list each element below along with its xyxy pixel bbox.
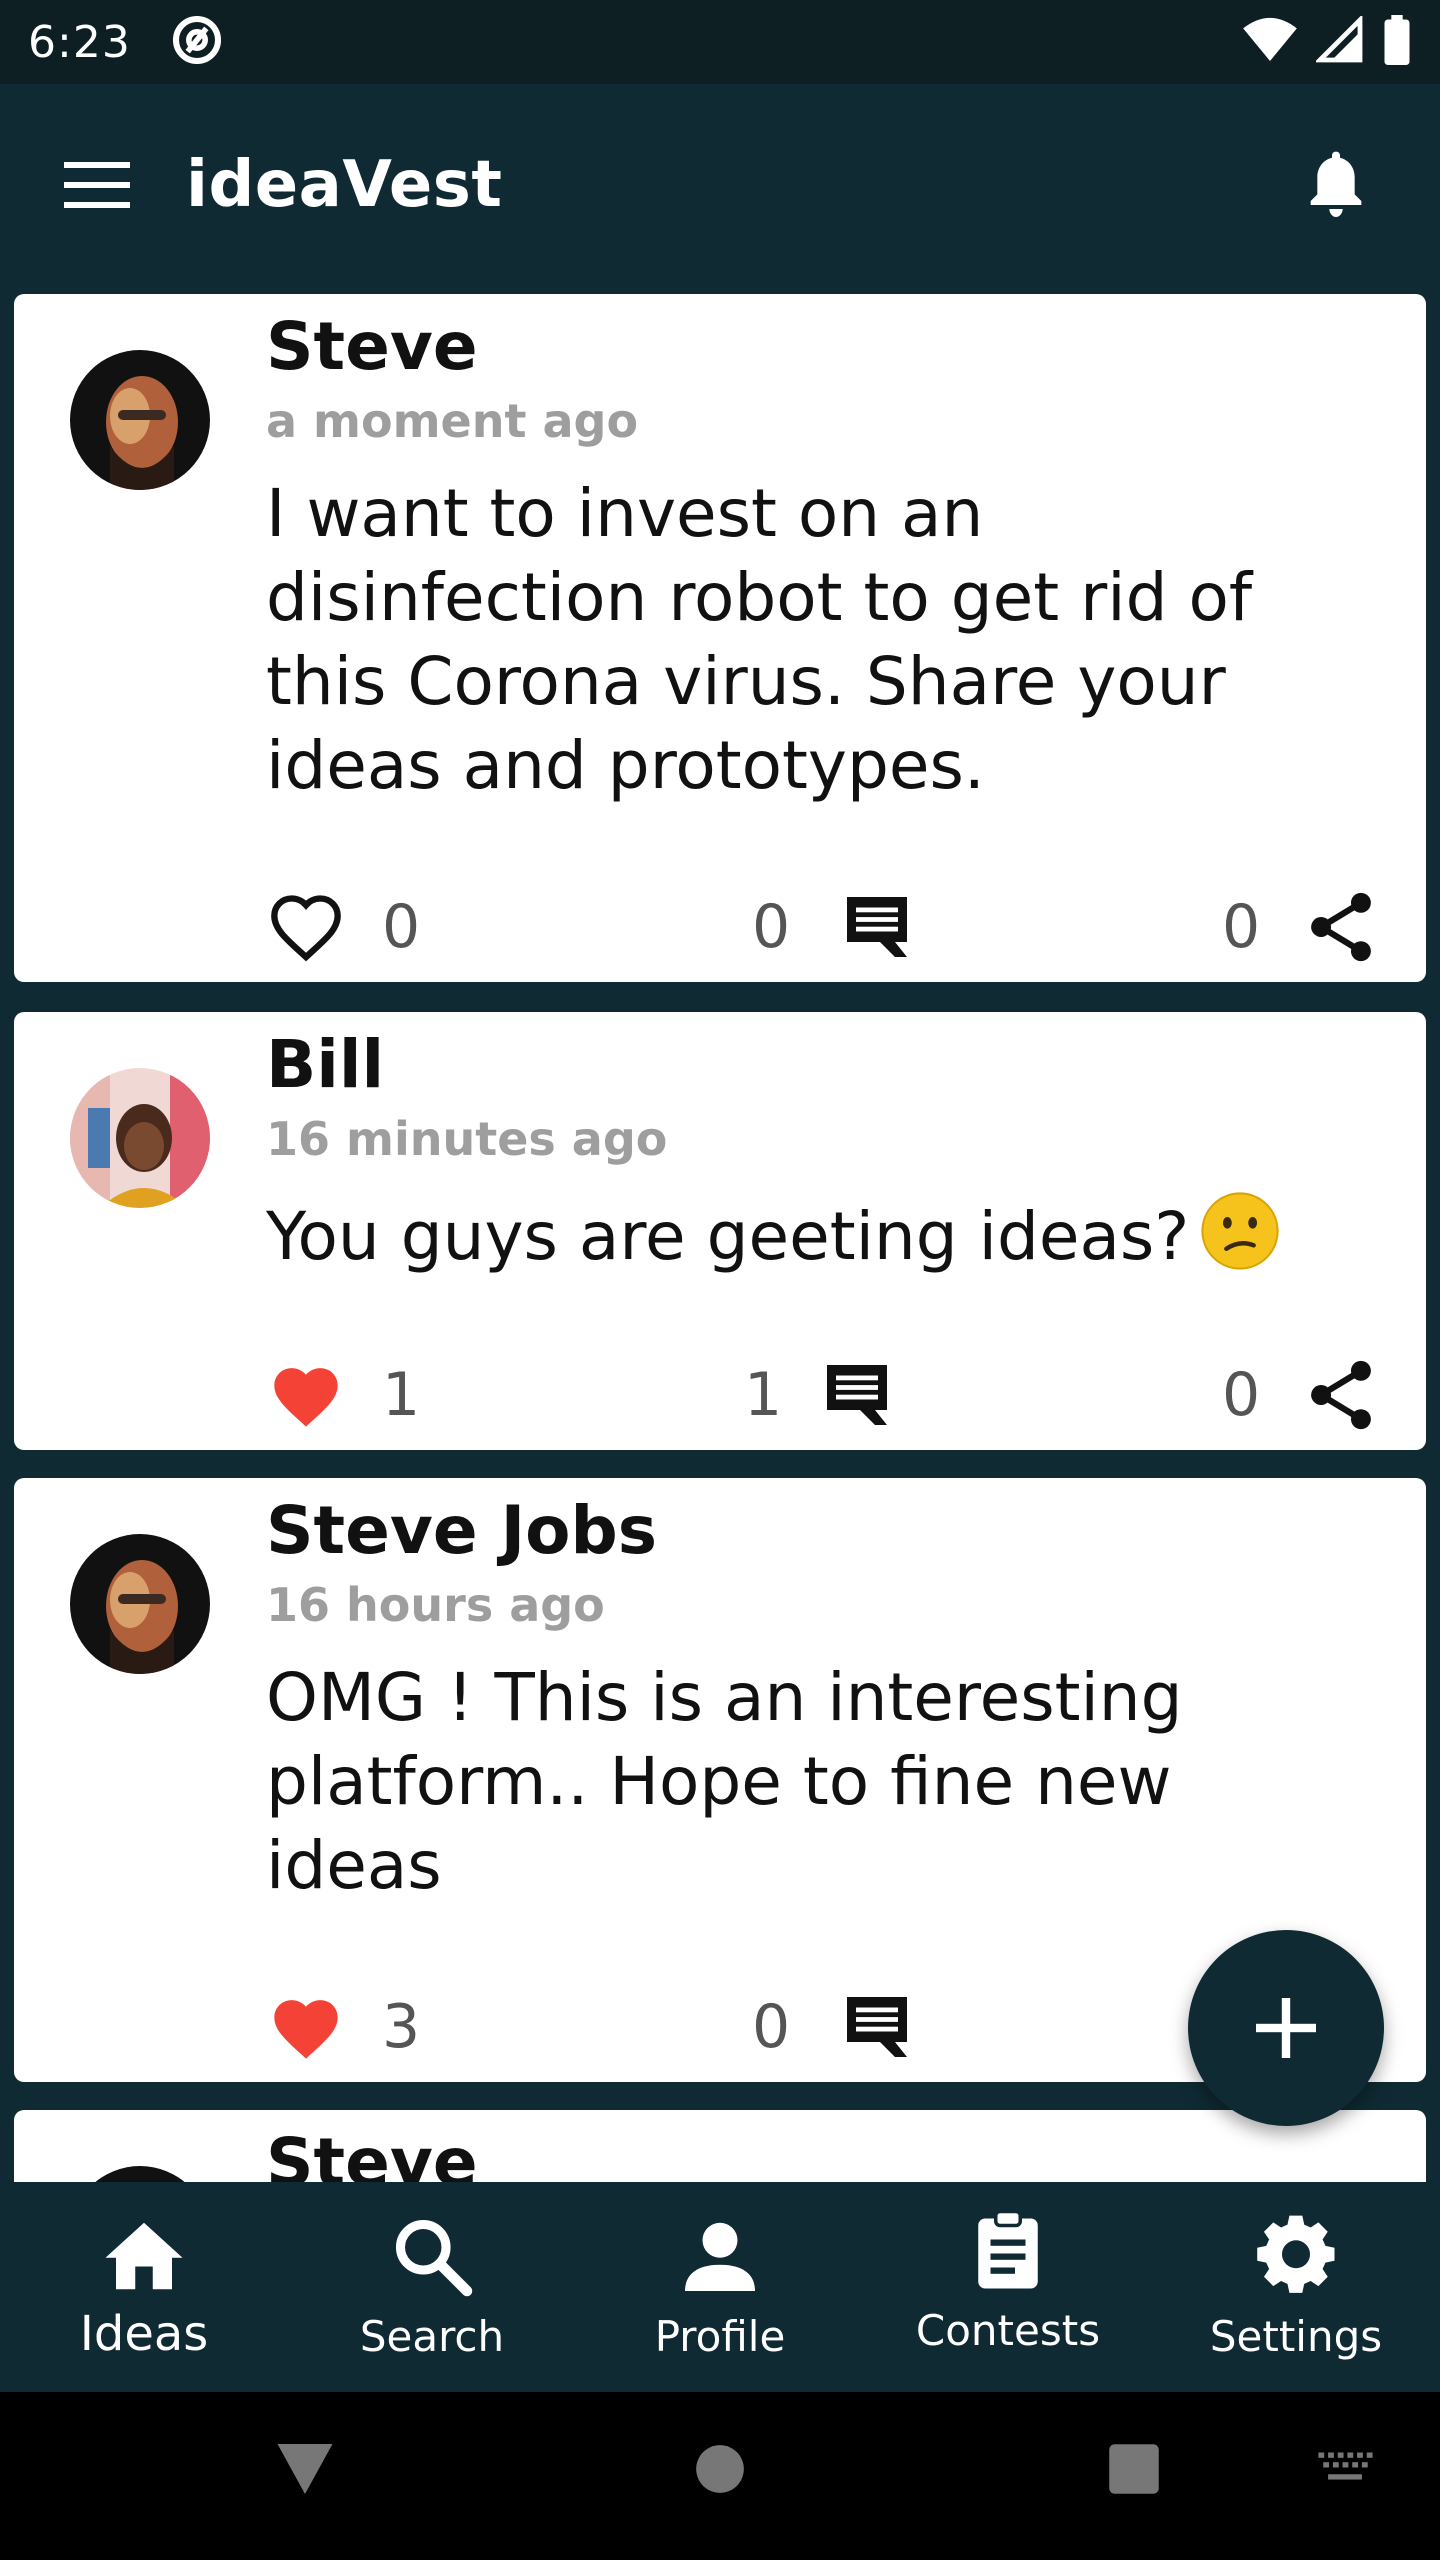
- comment-button[interactable]: [812, 1350, 902, 1440]
- post-timestamp: 16 minutes ago: [266, 1112, 668, 1166]
- avatar[interactable]: [70, 2166, 210, 2182]
- status-left: 6:23: [28, 12, 225, 72]
- hamburger-menu-icon: [64, 162, 130, 208]
- avatar[interactable]: [70, 1534, 210, 1674]
- screen: 6:23 ideaVest Steve a moment ago I want …: [0, 0, 1440, 2560]
- bottom-navigation: Ideas Search Profile Contests Settings: [0, 2182, 1440, 2392]
- nav-item-profile[interactable]: Profile: [576, 2182, 864, 2392]
- share-icon: [1311, 892, 1371, 962]
- home-circle-icon: [696, 2445, 744, 2493]
- share-count: 0: [1222, 1360, 1261, 1430]
- post-text: OMG ! This is an interesting platform.. …: [266, 1659, 1183, 1904]
- post-text: I want to invest on an disinfection robo…: [266, 475, 1253, 804]
- like-button[interactable]: [266, 1982, 346, 2072]
- like-button[interactable]: [266, 1350, 346, 1440]
- post-author[interactable]: Steve Jobs: [266, 1492, 657, 1569]
- at-sign-icon: [169, 12, 225, 72]
- recents-square-icon: [1109, 2444, 1159, 2494]
- keyboard-icon: [1318, 2452, 1373, 2480]
- nav-item-settings[interactable]: Settings: [1152, 2182, 1440, 2392]
- battery-icon: [1382, 15, 1412, 69]
- confused-face-emoji-icon: [1199, 1190, 1281, 1292]
- keyboard-button[interactable]: [1310, 2442, 1380, 2492]
- like-button[interactable]: [266, 882, 346, 972]
- plus-icon: [1256, 1998, 1316, 2058]
- nav-label: Settings: [1209, 2312, 1383, 2361]
- share-button[interactable]: [1296, 882, 1386, 972]
- share-count: 0: [1222, 892, 1261, 962]
- wifi-icon: [1242, 16, 1298, 68]
- nav-item-ideas[interactable]: Ideas: [0, 2182, 288, 2392]
- comment-count: 1: [744, 1360, 783, 1430]
- idea-feed: Steve a moment ago I want to invest on a…: [0, 286, 1440, 2182]
- search-icon: [390, 2214, 474, 2302]
- post-author[interactable]: Steve: [266, 308, 478, 385]
- status-right: [1242, 14, 1412, 69]
- back-triangle-icon: [277, 2444, 333, 2494]
- notifications-button[interactable]: [1296, 145, 1376, 225]
- like-count: 1: [382, 1360, 421, 1430]
- signal-icon: [1314, 14, 1364, 68]
- status-time: 6:23: [28, 16, 131, 68]
- comment-icon: [827, 1365, 887, 1425]
- nav-label: Ideas: [79, 2306, 209, 2362]
- clipboard-icon: [966, 2208, 1050, 2296]
- post-text: You guys are geeting ideas?: [266, 1190, 1346, 1292]
- post-actions: 1 1 0: [266, 1350, 1386, 1440]
- comment-button[interactable]: [832, 882, 922, 972]
- avatar[interactable]: [70, 1068, 210, 1208]
- person-icon: [678, 2214, 762, 2302]
- app-bar: ideaVest: [0, 84, 1440, 286]
- share-button[interactable]: [1296, 1350, 1386, 1440]
- heart-filled-icon: [274, 1368, 338, 1427]
- share-icon: [1311, 1360, 1371, 1430]
- gear-icon: [1254, 2214, 1338, 2302]
- comment-button[interactable]: [832, 1982, 922, 2072]
- nav-label: Profile: [654, 2312, 786, 2361]
- add-idea-button[interactable]: [1188, 1930, 1384, 2126]
- nav-item-search[interactable]: Search: [288, 2182, 576, 2392]
- post-timestamp: 16 hours ago: [266, 1578, 605, 1632]
- bell-icon: [1310, 151, 1362, 217]
- status-bar: 6:23: [0, 0, 1440, 84]
- comment-icon: [847, 897, 907, 957]
- heart-filled-icon: [274, 2000, 338, 2059]
- post-text-content: You guys are geeting ideas?: [266, 1198, 1190, 1276]
- like-count: 0: [382, 892, 421, 962]
- post-author[interactable]: Bill: [266, 1026, 384, 1103]
- nav-label: Contests: [915, 2306, 1101, 2355]
- recents-button[interactable]: [1104, 2434, 1164, 2504]
- avatar[interactable]: [70, 350, 210, 490]
- post-card[interactable]: Steve: [14, 2110, 1426, 2182]
- home-icon: [102, 2214, 186, 2302]
- back-button[interactable]: [270, 2434, 340, 2504]
- home-button[interactable]: [690, 2434, 750, 2504]
- post-actions: 0 0 0: [266, 882, 1386, 972]
- comment-count: 0: [752, 1992, 791, 2062]
- post-card[interactable]: Steve a moment ago I want to invest on a…: [14, 294, 1426, 982]
- app-title: ideaVest: [186, 148, 503, 222]
- post-timestamp: a moment ago: [266, 394, 639, 448]
- nav-item-contests[interactable]: Contests: [864, 2182, 1152, 2392]
- post-card[interactable]: Bill 16 minutes ago You guys are geeting…: [14, 1012, 1426, 1450]
- system-navigation-bar: [0, 2392, 1440, 2560]
- post-author[interactable]: Steve: [266, 2124, 478, 2182]
- comment-count: 0: [752, 892, 791, 962]
- comment-icon: [847, 1997, 907, 2057]
- nav-label: Search: [359, 2312, 505, 2361]
- heart-outline-icon: [271, 895, 341, 962]
- like-count: 3: [382, 1992, 421, 2062]
- menu-button[interactable]: [64, 151, 132, 219]
